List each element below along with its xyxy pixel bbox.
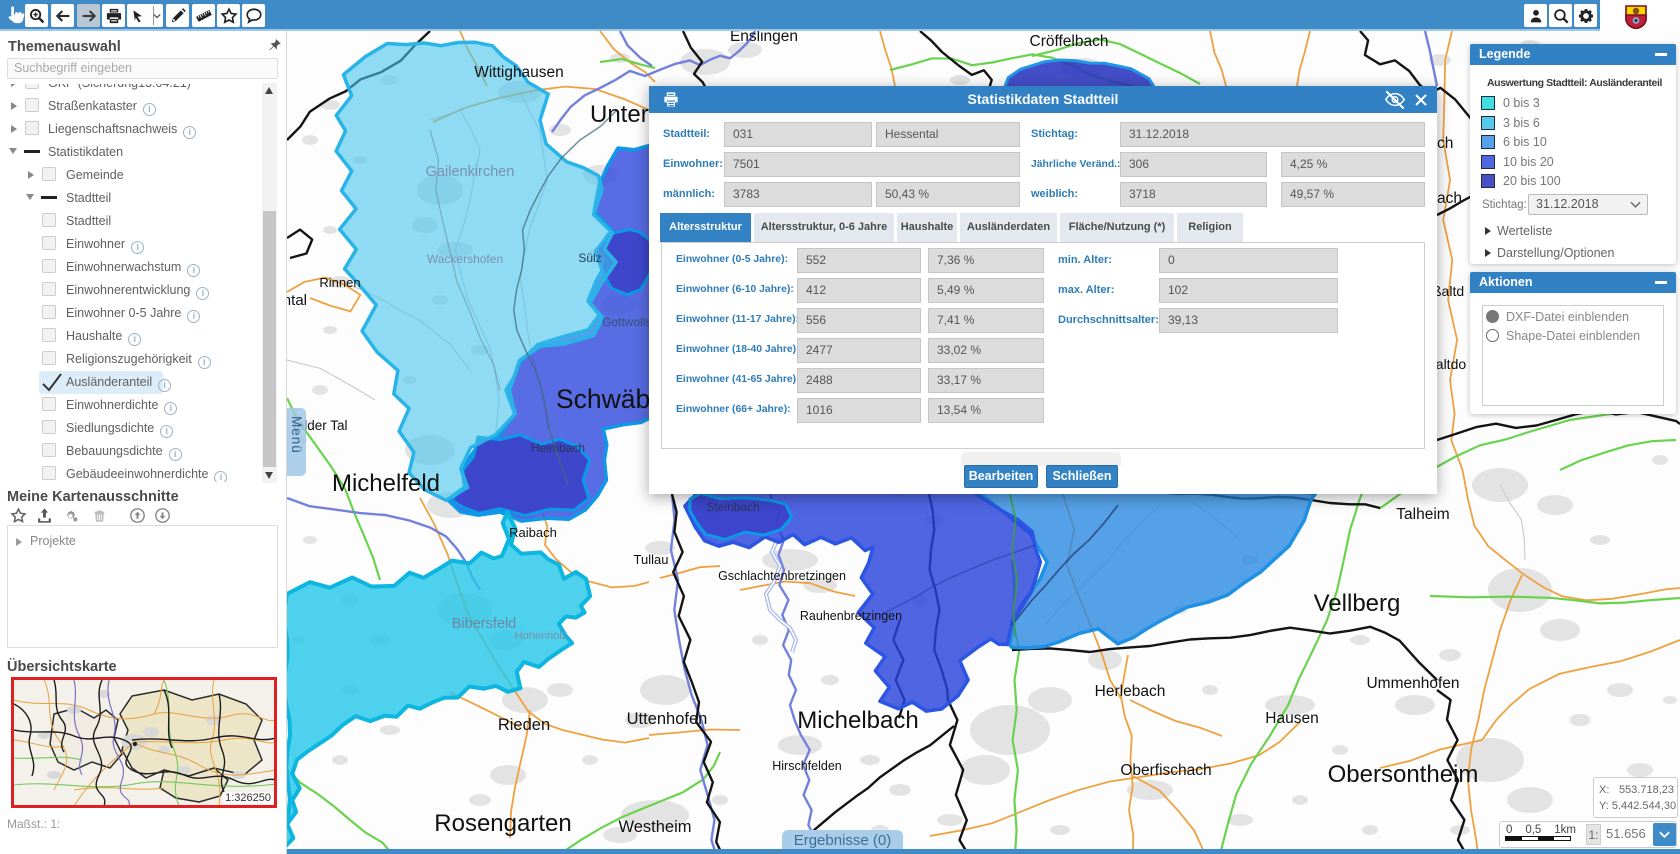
svg-text:Gschlachtenbretzingen: Gschlachtenbretzingen [718,569,846,583]
svg-text:Oberfischach: Oberfischach [1120,762,1211,779]
svg-text:Rauhenbretzingen: Rauhenbretzingen [800,609,902,623]
svg-text:Bibersfeld: Bibersfeld [452,616,516,632]
svg-text:Wittighausen: Wittighausen [474,64,564,81]
svg-text:Ummenhofen: Ummenhofen [1366,675,1459,692]
svg-text:Wackershofen: Wackershofen [427,252,503,266]
svg-text:Steinbach: Steinbach [706,500,759,514]
svg-text:Vellberg: Vellberg [1314,590,1401,617]
svg-text:Talheim: Talheim [1396,506,1449,523]
svg-text:Hirschfelden: Hirschfelden [772,759,842,773]
svg-text:ental: ental [287,292,307,309]
svg-text:Michelbach: Michelbach [797,707,918,734]
svg-text:Rinnen: Rinnen [319,275,360,290]
svg-text:Heimbach: Heimbach [531,441,585,455]
svg-text:Tullau: Tullau [634,552,669,567]
svg-text:Rosengarten: Rosengarten [434,810,571,837]
svg-text:ch: ch [1437,135,1453,152]
svg-text:Cröffelbach: Cröffelbach [1030,33,1109,50]
svg-text:ßaltd: ßaltd [1433,283,1464,299]
svg-text:Sülz: Sülz [578,251,601,265]
svg-text:Herlebach: Herlebach [1095,683,1166,700]
svg-text:ach: ach [1437,190,1462,207]
svg-text:Obersontheim: Obersontheim [1328,761,1479,788]
svg-text:Westheim: Westheim [618,818,691,836]
svg-text:Enslingen: Enslingen [730,31,798,45]
svg-text:Raibach: Raibach [509,525,557,540]
svg-text:Michelfeld: Michelfeld [332,470,440,497]
svg-text:Schwäb: Schwäb [556,384,650,414]
svg-text:Rieden: Rieden [498,716,550,734]
svg-text:Hohenholz: Hohenholz [515,630,568,642]
svg-text:Hausen: Hausen [1265,710,1318,727]
svg-text:Gailenkirchen: Gailenkirchen [426,164,515,180]
svg-text:Uttenhofen: Uttenhofen [627,710,708,728]
